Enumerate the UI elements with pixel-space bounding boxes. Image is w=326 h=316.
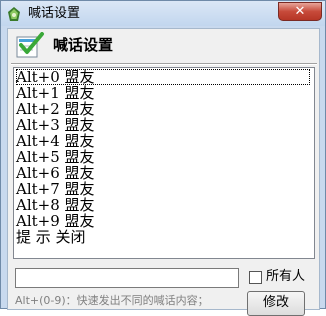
modify-button[interactable]: 修改 [247,291,305,316]
list-item[interactable]: Alt+1 盟友 [16,85,310,101]
app-icon [8,7,20,21]
all-players-checkbox[interactable] [249,271,262,284]
all-players-label[interactable]: 所有人 [266,268,305,286]
edit-checklist-icon [16,32,44,58]
header-divider [11,63,317,65]
shout-message-input[interactable] [15,268,239,288]
list-item[interactable]: Alt+6 盟友 [16,165,310,181]
list-item[interactable]: 提 示 关闭 [16,229,310,245]
modify-button-label: 修改 [262,295,289,310]
list-item[interactable]: Alt+3 盟友 [16,117,310,133]
list-item[interactable]: Alt+7 盟友 [16,181,310,197]
close-icon: ✕ [294,4,306,19]
close-button[interactable]: ✕ [278,2,322,21]
list-item[interactable]: Alt+4 盟友 [16,133,310,149]
section-title: 喊话设置 [53,36,114,54]
title-bar[interactable]: 喊话设置 ✕ [1,1,325,26]
list-item[interactable]: Alt+9 盟友 [16,213,310,229]
list-item[interactable]: Alt+2 盟友 [16,101,310,117]
list-item[interactable]: Alt+8 盟友 [16,197,310,213]
list-item[interactable]: Alt+0 盟友 [16,69,310,85]
hotkey-hint: Alt+(0-9)：快速发出不同的喊话内容； [15,294,209,307]
list-item[interactable]: Alt+5 盟友 [16,149,310,165]
shout-listbox[interactable]: Alt+0 盟友 Alt+1 盟友 Alt+2 盟友 Alt+3 盟友 Alt+… [13,67,315,259]
window-title: 喊话设置 [28,6,81,21]
shout-settings-window: 喊话设置 ✕ 喊话设置 Alt+0 盟友 Alt+1 盟友 Alt+2 盟友 A… [0,0,326,316]
